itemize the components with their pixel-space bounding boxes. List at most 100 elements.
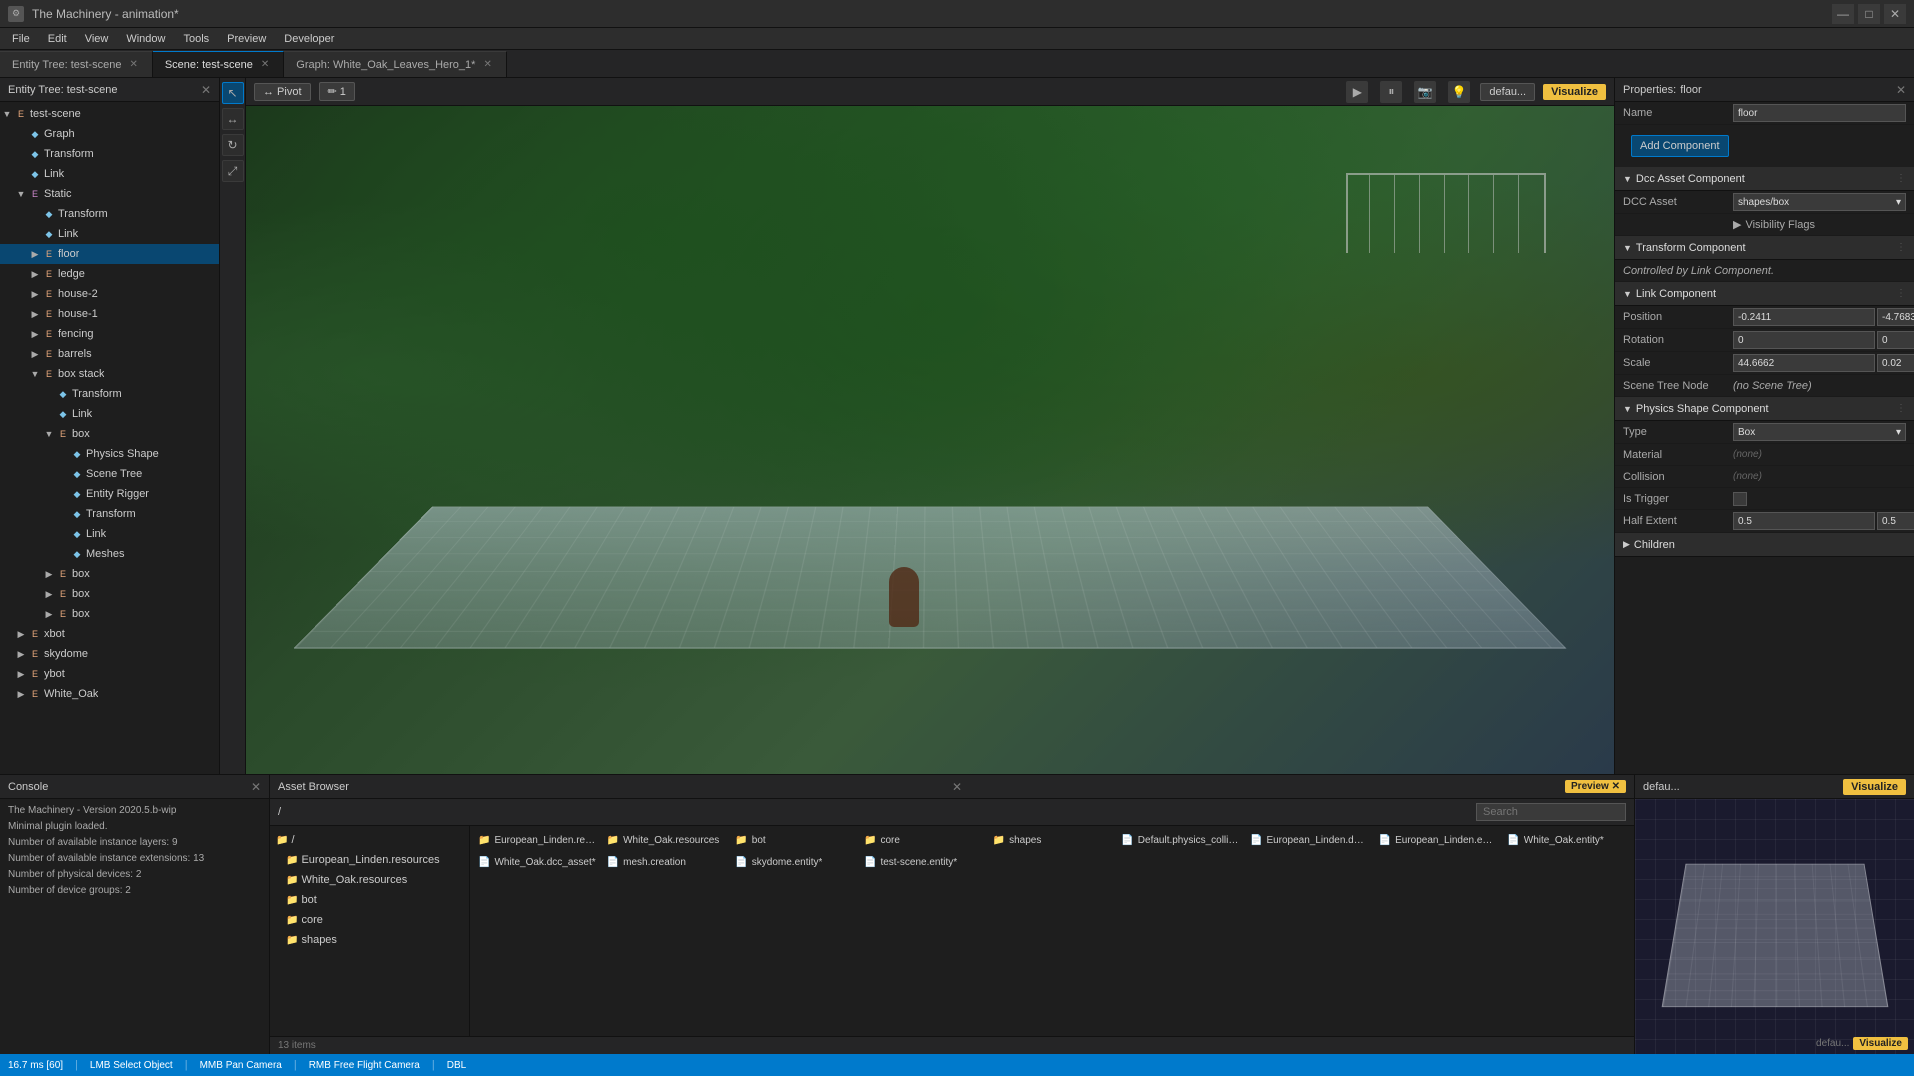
preview-vis-btn[interactable]: Visualize <box>1853 1037 1908 1050</box>
tree-item-test-scene[interactable]: ▼ E test-scene <box>0 104 219 124</box>
tree-item-link3[interactable]: ◆ Link <box>0 404 219 424</box>
arrow-box4[interactable]: ▶ <box>42 607 56 621</box>
section-dcc-asset[interactable]: ▼ Dcc Asset Component ⋮ <box>1615 167 1914 191</box>
brush-button[interactable]: ✏ 1 <box>319 82 355 101</box>
asset-file-core[interactable]: 📁 core <box>860 830 987 850</box>
asset-file-el-resources[interactable]: 📁 European_Linden.resource <box>474 830 601 850</box>
toolbar-scale[interactable]: ⤢ <box>222 160 244 182</box>
pause-button[interactable]: ⏸ <box>1380 81 1402 103</box>
asset-file-wo-entity[interactable]: 📄 White_Oak.entity* <box>1503 830 1630 850</box>
menu-file[interactable]: File <box>4 31 38 47</box>
pivot-button[interactable]: ↔ Pivot <box>254 83 311 101</box>
tree-item-fencing[interactable]: ▶ E fencing <box>0 324 219 344</box>
tree-item-floor[interactable]: ▶ E floor <box>0 244 219 264</box>
tree-item-ybot[interactable]: ▶ E ybot <box>0 664 219 684</box>
asset-file-bot[interactable]: 📁 bot <box>731 830 858 850</box>
minimize-button[interactable]: — <box>1832 4 1854 24</box>
section-transform[interactable]: ▼ Transform Component ⋮ <box>1615 236 1914 260</box>
camera-button[interactable]: 📷 <box>1414 81 1436 103</box>
arrow-house-2[interactable]: ▶ <box>28 287 42 301</box>
asset-file-el-entity[interactable]: 📄 European_Linden.entity* <box>1375 830 1502 850</box>
arrow-fencing[interactable]: ▶ <box>28 327 42 341</box>
tree-item-entity-rigger[interactable]: ◆ Entity Rigger <box>0 484 219 504</box>
arrow-ledge[interactable]: ▶ <box>28 267 42 281</box>
tree-item-box2[interactable]: ▶ E box <box>0 564 219 584</box>
play-button[interactable]: ▶ <box>1346 81 1368 103</box>
arrow-floor[interactable]: ▶ <box>28 247 42 261</box>
asset-preview-button[interactable]: Preview ✕ <box>1565 780 1626 793</box>
arrow-xbot[interactable]: ▶ <box>14 627 28 641</box>
physics-options-icon[interactable]: ⋮ <box>1896 403 1906 414</box>
tree-item-box-stack[interactable]: ▼ E box stack <box>0 364 219 384</box>
arrow-box2[interactable]: ▶ <box>42 567 56 581</box>
preview-visualize-button[interactable]: Visualize <box>1843 779 1906 795</box>
tree-item-house-2[interactable]: ▶ E house-2 <box>0 284 219 304</box>
tab-scene[interactable]: Scene: test-scene ✕ <box>153 51 284 77</box>
entity-tree-close[interactable]: ✕ <box>201 83 211 97</box>
prop-dcc-asset-dropdown[interactable]: shapes/box ▾ <box>1733 193 1906 211</box>
asset-file-mesh[interactable]: 📄 mesh.creation <box>603 852 730 872</box>
asset-browser-close[interactable]: ✕ <box>952 780 962 794</box>
arrow-test-scene[interactable]: ▼ <box>0 107 14 121</box>
section-children[interactable]: ▶ Children <box>1615 533 1914 557</box>
prop-half-extent-x[interactable] <box>1733 512 1875 530</box>
toolbar-rotate[interactable]: ↻ <box>222 134 244 156</box>
close-button[interactable]: ✕ <box>1884 4 1906 24</box>
arrow-barrels[interactable]: ▶ <box>28 347 42 361</box>
tree-item-transform4[interactable]: ◆ Transform <box>0 504 219 524</box>
asset-file-skydome[interactable]: 📄 skydome.entity* <box>731 852 858 872</box>
prop-type-dropdown[interactable]: Box ▾ <box>1733 423 1906 441</box>
tab-graph-close[interactable]: ✕ <box>481 58 493 71</box>
console-close[interactable]: ✕ <box>251 780 261 794</box>
asset-file-shapes[interactable]: 📁 shapes <box>989 830 1116 850</box>
menu-tools[interactable]: Tools <box>175 31 217 47</box>
menu-edit[interactable]: Edit <box>40 31 75 47</box>
entity-tree-container[interactable]: ▼ E test-scene ◆ Graph ◆ Transform <box>0 102 219 774</box>
tree-item-physics-shape[interactable]: ◆ Physics Shape <box>0 444 219 464</box>
tree-item-xbot[interactable]: ▶ E xbot <box>0 624 219 644</box>
prop-rotation-y[interactable] <box>1877 331 1914 349</box>
dcc-options-icon[interactable]: ⋮ <box>1896 173 1906 184</box>
asset-file-default-physics[interactable]: 📄 Default.physics_collision <box>1117 830 1244 850</box>
default-button[interactable]: defau... <box>1480 83 1535 101</box>
tree-item-box1[interactable]: ▼ E box <box>0 424 219 444</box>
prop-name-input[interactable] <box>1733 104 1906 122</box>
prop-scale-x[interactable] <box>1733 354 1875 372</box>
prop-position-y[interactable] <box>1877 308 1914 326</box>
prop-scale-y[interactable] <box>1877 354 1914 372</box>
tree-item-barrels[interactable]: ▶ E barrels <box>0 344 219 364</box>
tree-item-link[interactable]: ◆ Link <box>0 164 219 184</box>
tab-graph[interactable]: Graph: White_Oak_Leaves_Hero_1* ✕ <box>284 51 507 77</box>
tree-item-transform3[interactable]: ◆ Transform <box>0 384 219 404</box>
asset-file-white-oak-resources[interactable]: 📁 White_Oak.resources <box>603 830 730 850</box>
tree-item-transform2[interactable]: ◆ Transform <box>0 204 219 224</box>
asset-tree-bot[interactable]: 📁 bot <box>274 890 465 910</box>
menu-view[interactable]: View <box>77 31 117 47</box>
tree-item-meshes[interactable]: ◆ Meshes <box>0 544 219 564</box>
maximize-button[interactable]: □ <box>1858 4 1880 24</box>
asset-tree-white-oak[interactable]: 📁 White_Oak.resources <box>274 870 465 890</box>
tree-item-static[interactable]: ▼ E Static <box>0 184 219 204</box>
menu-preview[interactable]: Preview <box>219 31 274 47</box>
section-link[interactable]: ▼ Link Component ⋮ <box>1615 282 1914 306</box>
asset-tree-shapes[interactable]: 📁 shapes <box>274 930 465 950</box>
tree-item-white-oak[interactable]: ▶ E White_Oak <box>0 684 219 704</box>
visibility-expandable[interactable]: ▶ Visibility Flags <box>1733 218 1815 231</box>
add-component-button[interactable]: Add Component <box>1631 135 1729 157</box>
asset-file-el-dcc[interactable]: 📄 European_Linden.dcc_ass <box>1246 830 1373 850</box>
tree-item-skydome[interactable]: ▶ E skydome <box>0 644 219 664</box>
arrow-box3[interactable]: ▶ <box>42 587 56 601</box>
properties-close[interactable]: ✕ <box>1896 83 1906 97</box>
tree-item-box3[interactable]: ▶ E box <box>0 584 219 604</box>
asset-search-input[interactable] <box>1476 803 1626 821</box>
asset-tree-european-linden[interactable]: 📁 European_Linden.resources <box>274 850 465 870</box>
menu-developer[interactable]: Developer <box>276 31 342 47</box>
tree-item-graph[interactable]: ◆ Graph <box>0 124 219 144</box>
asset-file-wo-dcc[interactable]: 📄 White_Oak.dcc_asset* <box>474 852 601 872</box>
tree-item-house-1[interactable]: ▶ E house-1 <box>0 304 219 324</box>
asset-tree-root[interactable]: 📁 / <box>274 830 465 850</box>
menu-window[interactable]: Window <box>118 31 173 47</box>
arrow-box1[interactable]: ▼ <box>42 427 56 441</box>
asset-tree-core[interactable]: 📁 core <box>274 910 465 930</box>
arrow-white-oak[interactable]: ▶ <box>14 687 28 701</box>
